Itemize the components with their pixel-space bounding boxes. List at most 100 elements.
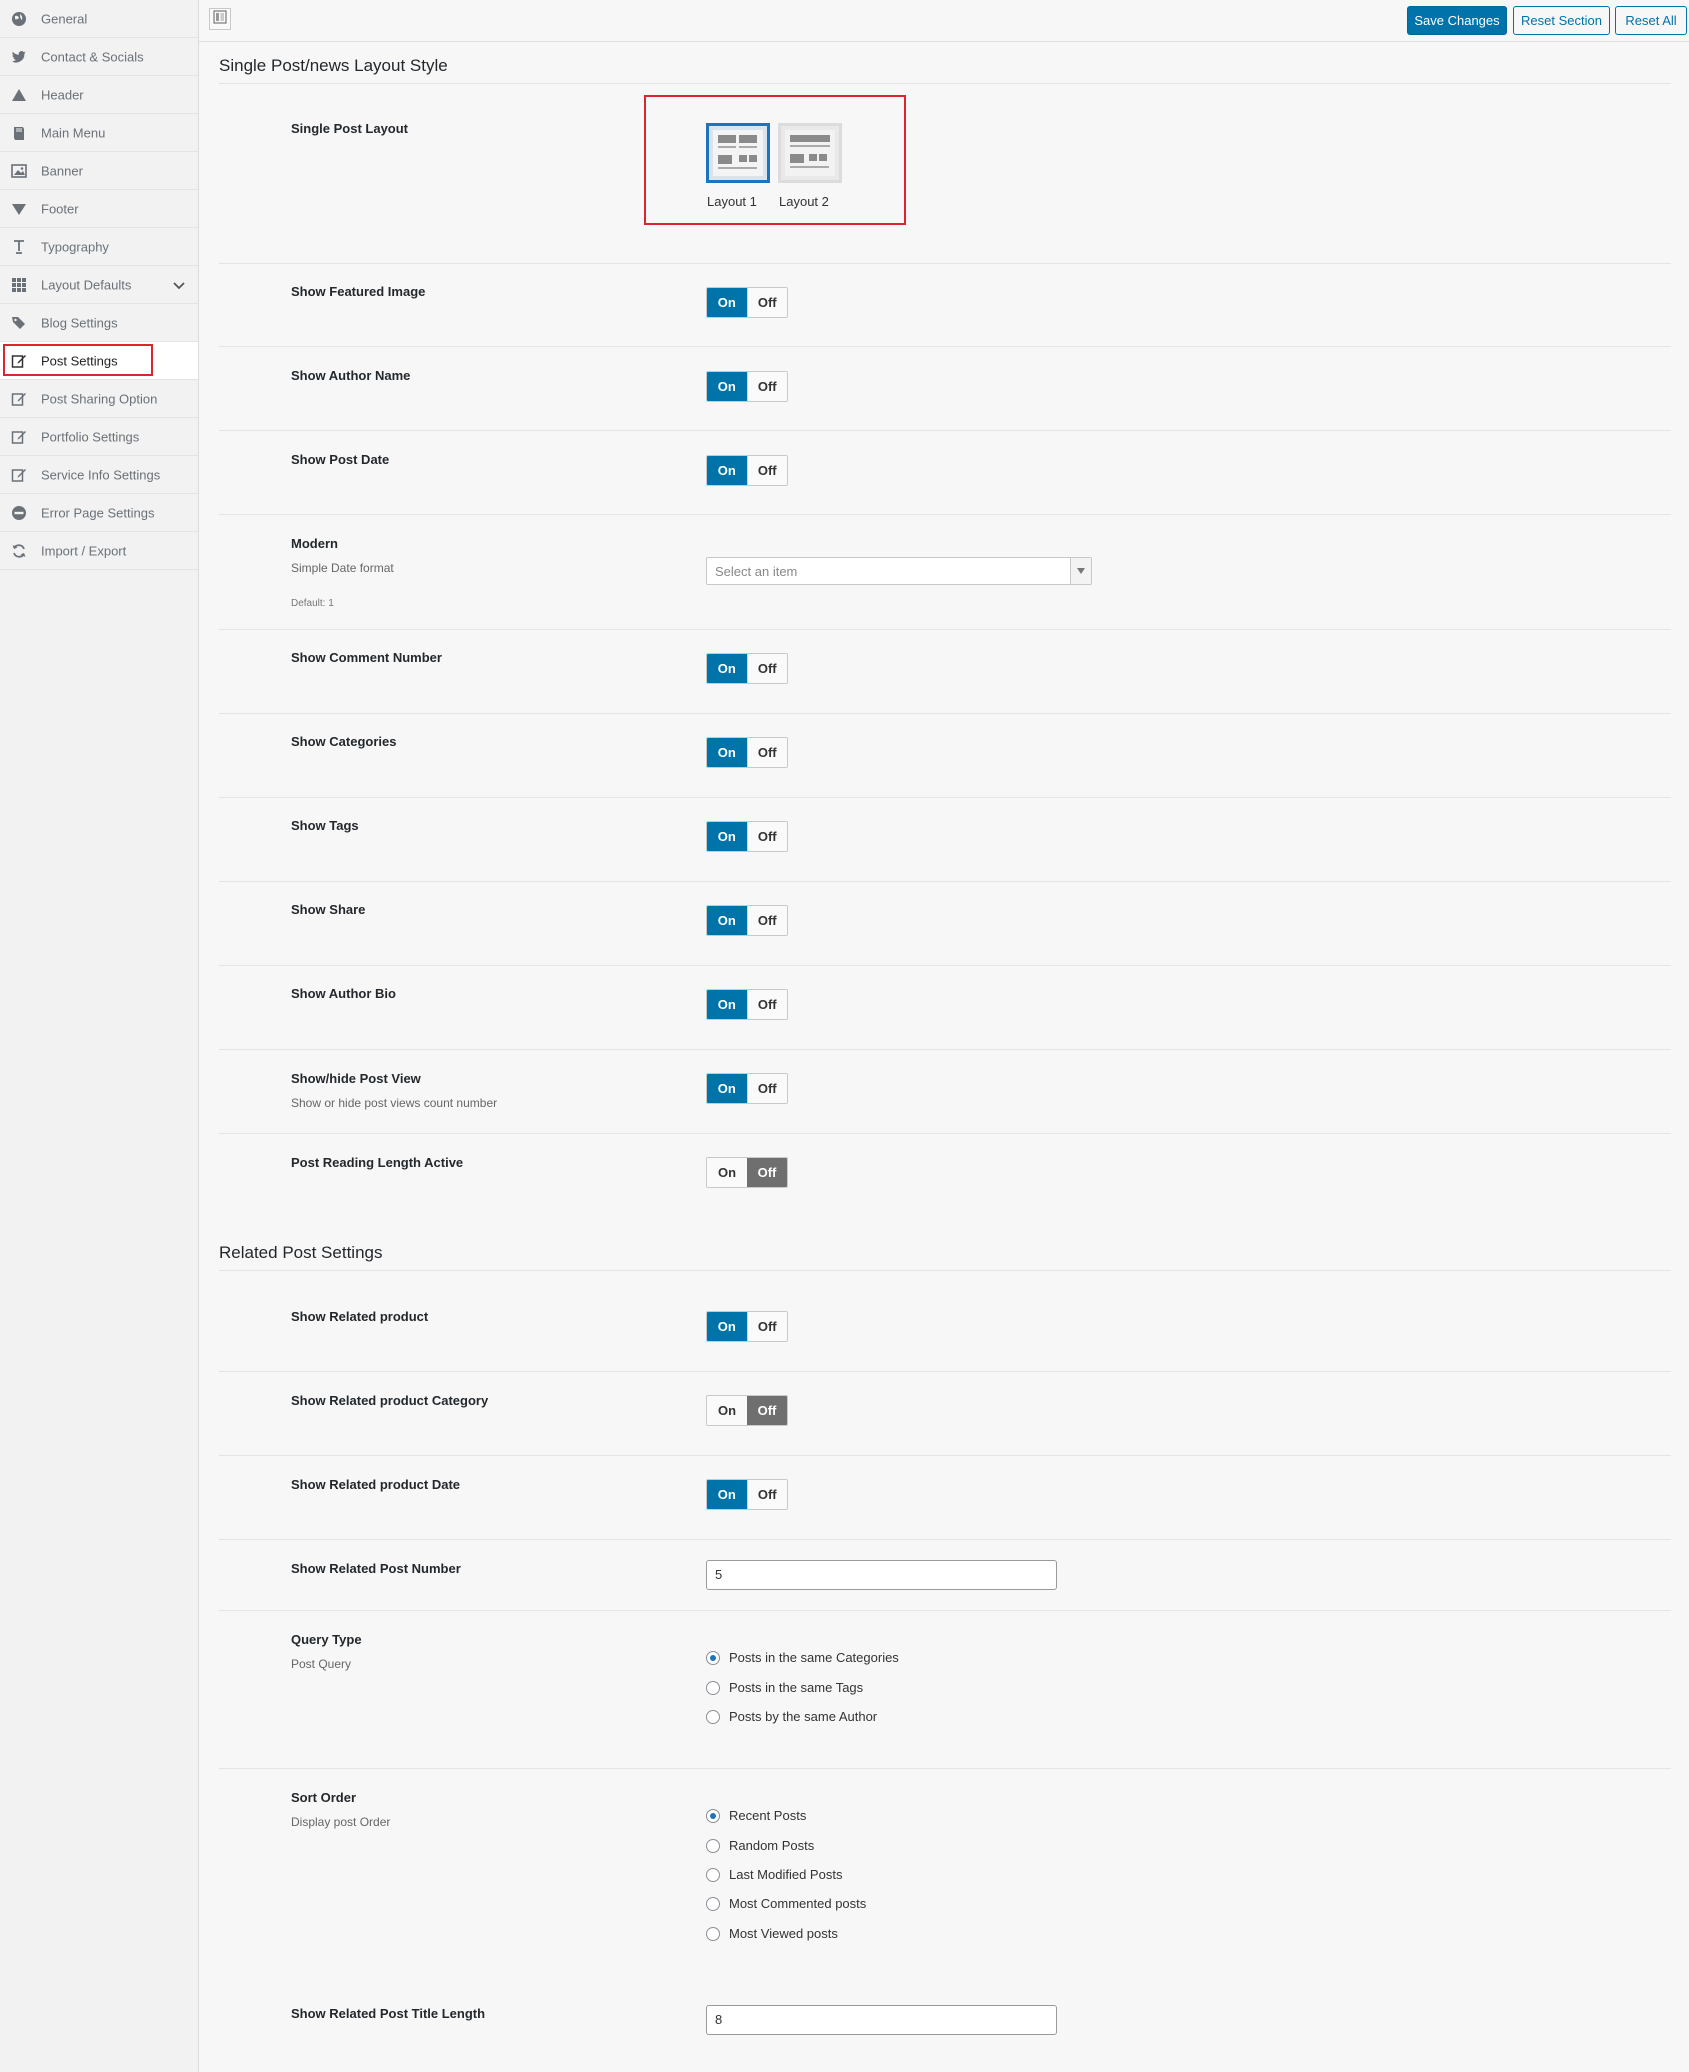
switch-off[interactable]: Off [747, 1158, 787, 1187]
date-format-select[interactable]: Select an item [706, 557, 1092, 585]
divider [219, 797, 1671, 798]
setting-label: Show Author Bio [291, 986, 396, 1001]
sidebar-item-layout-defaults[interactable]: Layout Defaults [0, 266, 198, 304]
divider [219, 1371, 1671, 1372]
save-changes-button[interactable]: Save Changes [1407, 6, 1507, 35]
sidebar-item-footer[interactable]: Footer [0, 190, 198, 228]
reading-length-switch[interactable]: On Off [706, 1157, 788, 1188]
switch-off[interactable]: Off [746, 288, 787, 317]
switch-off[interactable]: Off [746, 372, 787, 401]
sidebar-item-main-menu[interactable]: Main Menu [0, 114, 198, 152]
switch-off[interactable]: Off [746, 906, 787, 935]
expand-toggle-button[interactable] [209, 8, 231, 30]
radio-button[interactable] [706, 1896, 720, 1911]
setting-label: Show Featured Image [291, 284, 426, 299]
post-date-switch[interactable]: On Off [706, 455, 788, 486]
related-post-number-input[interactable]: 5 [706, 1560, 1057, 1590]
switch-on[interactable]: On [707, 1480, 747, 1509]
sidebar-item-label: Main Menu [41, 125, 106, 140]
reset-all-button[interactable]: Reset All [1615, 6, 1687, 35]
switch-on[interactable]: On [707, 654, 747, 683]
sidebar-item-blog-settings[interactable]: Blog Settings [0, 304, 198, 342]
switch-on[interactable]: On [707, 1158, 747, 1187]
sidebar-item-portfolio-settings[interactable]: Portfolio Settings [0, 418, 198, 456]
switch-off[interactable]: Off [746, 1074, 787, 1103]
radio-button[interactable] [706, 1709, 720, 1724]
switch-on[interactable]: On [707, 372, 747, 401]
single-post-layout-label: Single Post Layout [291, 121, 409, 136]
sidebar-item-contact-socials[interactable]: Contact & Socials [0, 38, 198, 76]
switch-off[interactable]: Off [746, 990, 787, 1019]
switch-on[interactable]: On [707, 288, 747, 317]
sidebar-item-typography[interactable]: Typography [0, 228, 198, 266]
tags-switch[interactable]: On Off [706, 821, 788, 852]
sidebar-item-label: Post Settings [41, 353, 118, 368]
sidebar-item-service-info-settings[interactable]: Service Info Settings [0, 456, 198, 494]
switch-off[interactable]: Off [746, 822, 787, 851]
radio-button[interactable] [706, 1867, 720, 1882]
radio-button[interactable] [706, 1650, 720, 1665]
related-post-title-length-input[interactable]: 8 [706, 2005, 1057, 2035]
switch-off[interactable]: Off [746, 1480, 787, 1509]
query-type-option[interactable]: Posts in the same Categories [706, 1650, 899, 1665]
query-type-option[interactable]: Posts in the same Tags [706, 1680, 863, 1695]
sidebar-item-post-settings[interactable]: Post Settings [0, 342, 198, 380]
sidebar-item-label: General [41, 11, 88, 26]
chevron-down-icon[interactable] [1070, 558, 1091, 584]
switch-off[interactable]: Off [746, 456, 787, 485]
toolbar: Save Changes Reset Section Reset All [199, 0, 1689, 42]
related-date-switch[interactable]: On Off [706, 1479, 788, 1510]
setting-sub: Show or hide post views count number [291, 1096, 498, 1110]
layout-1-option[interactable] [706, 123, 770, 183]
categories-switch[interactable]: On Off [706, 737, 788, 768]
radio-label: Posts in the same Categories [729, 1650, 899, 1665]
switch-on[interactable]: On [707, 990, 747, 1019]
featured-image-switch[interactable]: On Off [706, 287, 788, 318]
comment-number-switch[interactable]: On Off [706, 653, 788, 684]
switch-on[interactable]: On [707, 1396, 747, 1425]
layout-2-option[interactable] [778, 123, 842, 183]
radio-button[interactable] [706, 1838, 720, 1853]
sidebar-item-header[interactable]: Header [0, 76, 198, 114]
reset-section-button[interactable]: Reset Section [1513, 6, 1610, 35]
share-switch[interactable]: On Off [706, 905, 788, 936]
related-product-switch[interactable]: On Off [706, 1311, 788, 1342]
radio-button[interactable] [706, 1926, 720, 1941]
sidebar-item-general[interactable]: General [0, 0, 198, 38]
switch-on[interactable]: On [707, 738, 747, 767]
sort-order-option[interactable]: Last Modified Posts [706, 1867, 842, 1882]
related-category-switch[interactable]: On Off [706, 1395, 788, 1426]
switch-on[interactable]: On [707, 456, 747, 485]
sidebar-item-banner[interactable]: Banner [0, 152, 198, 190]
switch-on[interactable]: On [707, 906, 747, 935]
layout-1-caption: Layout 1 [707, 194, 757, 209]
switch-on[interactable]: On [707, 1074, 747, 1103]
query-type-option[interactable]: Posts by the same Author [706, 1709, 877, 1724]
sidebar-item-error-page-settings[interactable]: Error Page Settings [0, 494, 198, 532]
sidebar-item-post-sharing-option[interactable]: Post Sharing Option [0, 380, 198, 418]
author-name-switch[interactable]: On Off [706, 371, 788, 402]
sidebar-item-label: Footer [41, 201, 79, 216]
switch-off[interactable]: Off [746, 738, 787, 767]
chevron-down-icon[interactable] [172, 278, 186, 292]
minus-circle-icon [10, 504, 28, 522]
switch-on[interactable]: On [707, 822, 747, 851]
post-view-switch[interactable]: On Off [706, 1073, 788, 1104]
radio-button[interactable] [706, 1680, 720, 1695]
divider [219, 1539, 1671, 1540]
divider [219, 514, 1671, 515]
switch-off[interactable]: Off [747, 1396, 787, 1425]
sidebar-item-import-export[interactable]: Import / Export [0, 532, 198, 570]
tags-icon [10, 314, 28, 332]
sort-order-option[interactable]: Random Posts [706, 1838, 814, 1853]
sort-order-option[interactable]: Most Commented posts [706, 1896, 866, 1911]
sort-order-option[interactable]: Recent Posts [706, 1808, 806, 1823]
switch-on[interactable]: On [707, 1312, 747, 1341]
sidebar-item-label: Post Sharing Option [41, 391, 158, 406]
switch-off[interactable]: Off [746, 654, 787, 683]
author-bio-switch[interactable]: On Off [706, 989, 788, 1020]
switch-off[interactable]: Off [746, 1312, 787, 1341]
sort-order-option[interactable]: Most Viewed posts [706, 1926, 838, 1941]
radio-button[interactable] [706, 1808, 720, 1823]
divider [219, 1768, 1671, 1769]
